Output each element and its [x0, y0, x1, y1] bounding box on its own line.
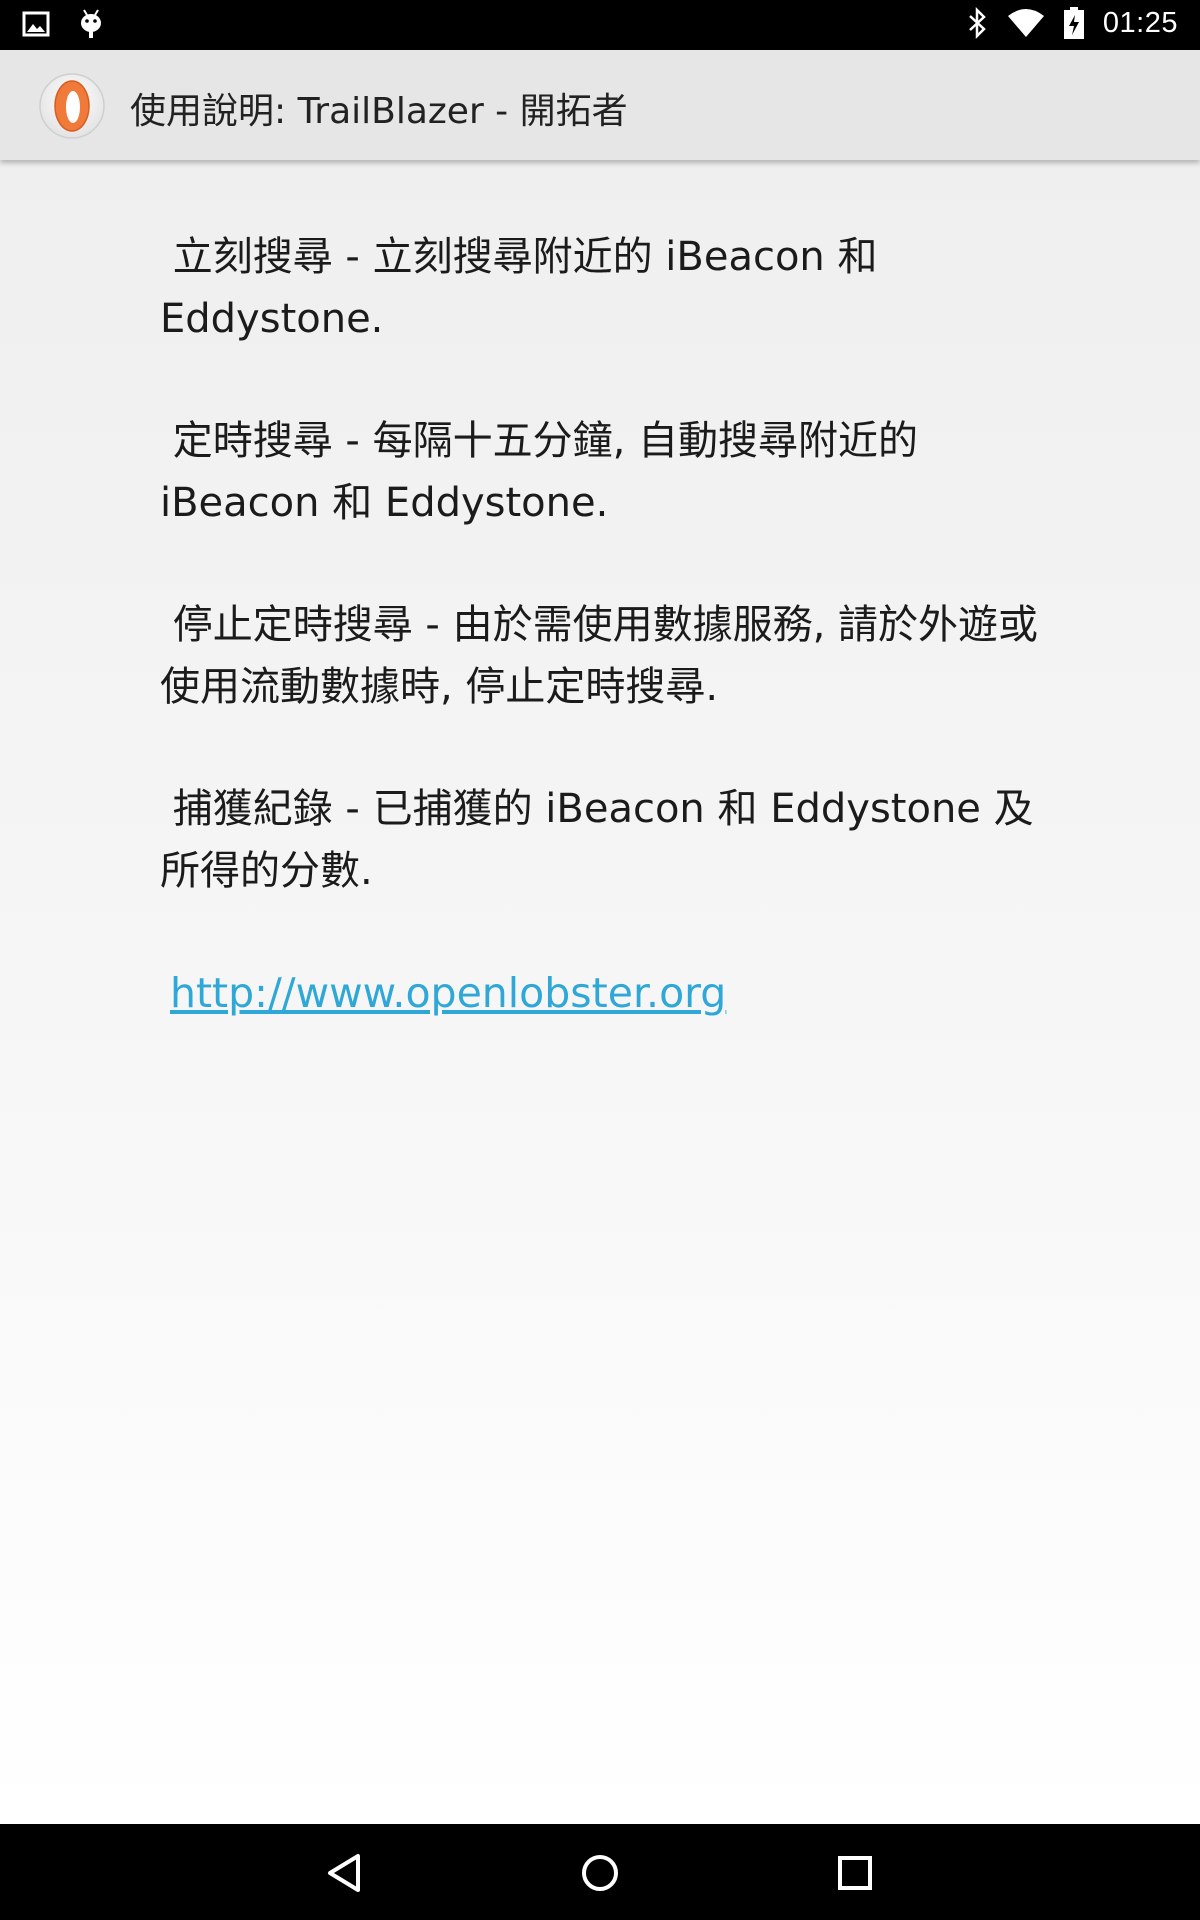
instruction-scan-now: 立刻搜尋 - 立刻搜尋附近的 iBeacon 和 Eddystone.	[160, 234, 891, 342]
page-title: 使用說明: TrailBlazer - 開拓者	[130, 91, 628, 132]
recents-icon[interactable]	[830, 1848, 880, 1898]
instructions-block: 立刻搜尋 - 立刻搜尋附近的 iBeacon 和 Eddystone. 定時搜尋…	[160, 226, 1040, 1024]
wifi-icon	[1007, 8, 1045, 38]
status-clock: 01:25	[1102, 6, 1178, 39]
android-debug-icon	[78, 8, 104, 40]
image-notification-icon	[22, 11, 50, 37]
instruction-scheduled-scan: 定時搜尋 - 每隔十五分鐘, 自動搜尋附近的 iBeacon 和 Eddysto…	[160, 418, 931, 526]
back-icon[interactable]	[320, 1848, 370, 1898]
instruction-stop-scheduled-scan: 停止定時搜尋 - 由於需使用數據服務, 請於外遊或使用流動數據時, 停止定時搜尋…	[160, 602, 1039, 710]
action-bar: 使用說明: TrailBlazer - 開拓者	[0, 50, 1200, 160]
battery-charging-icon	[1063, 6, 1085, 40]
status-bar: 01:25	[0, 0, 1200, 50]
home-icon[interactable]	[575, 1848, 625, 1898]
navigation-bar	[0, 1824, 1200, 1920]
screen: 01:25 使用說明: TrailBlazer - 開拓者 立刻搜尋 - 立刻搜…	[0, 0, 1200, 1920]
bluetooth-icon	[967, 7, 989, 39]
openlobster-logo-icon[interactable]	[38, 72, 106, 140]
instruction-capture-records: 捕獲紀錄 - 已捕獲的 iBeacon 和 Eddystone 及所得的分數.	[160, 786, 1034, 894]
website-link[interactable]: http://www.openlobster.org	[170, 962, 726, 1024]
help-content: 立刻搜尋 - 立刻搜尋附近的 iBeacon 和 Eddystone. 定時搜尋…	[0, 160, 1200, 1824]
